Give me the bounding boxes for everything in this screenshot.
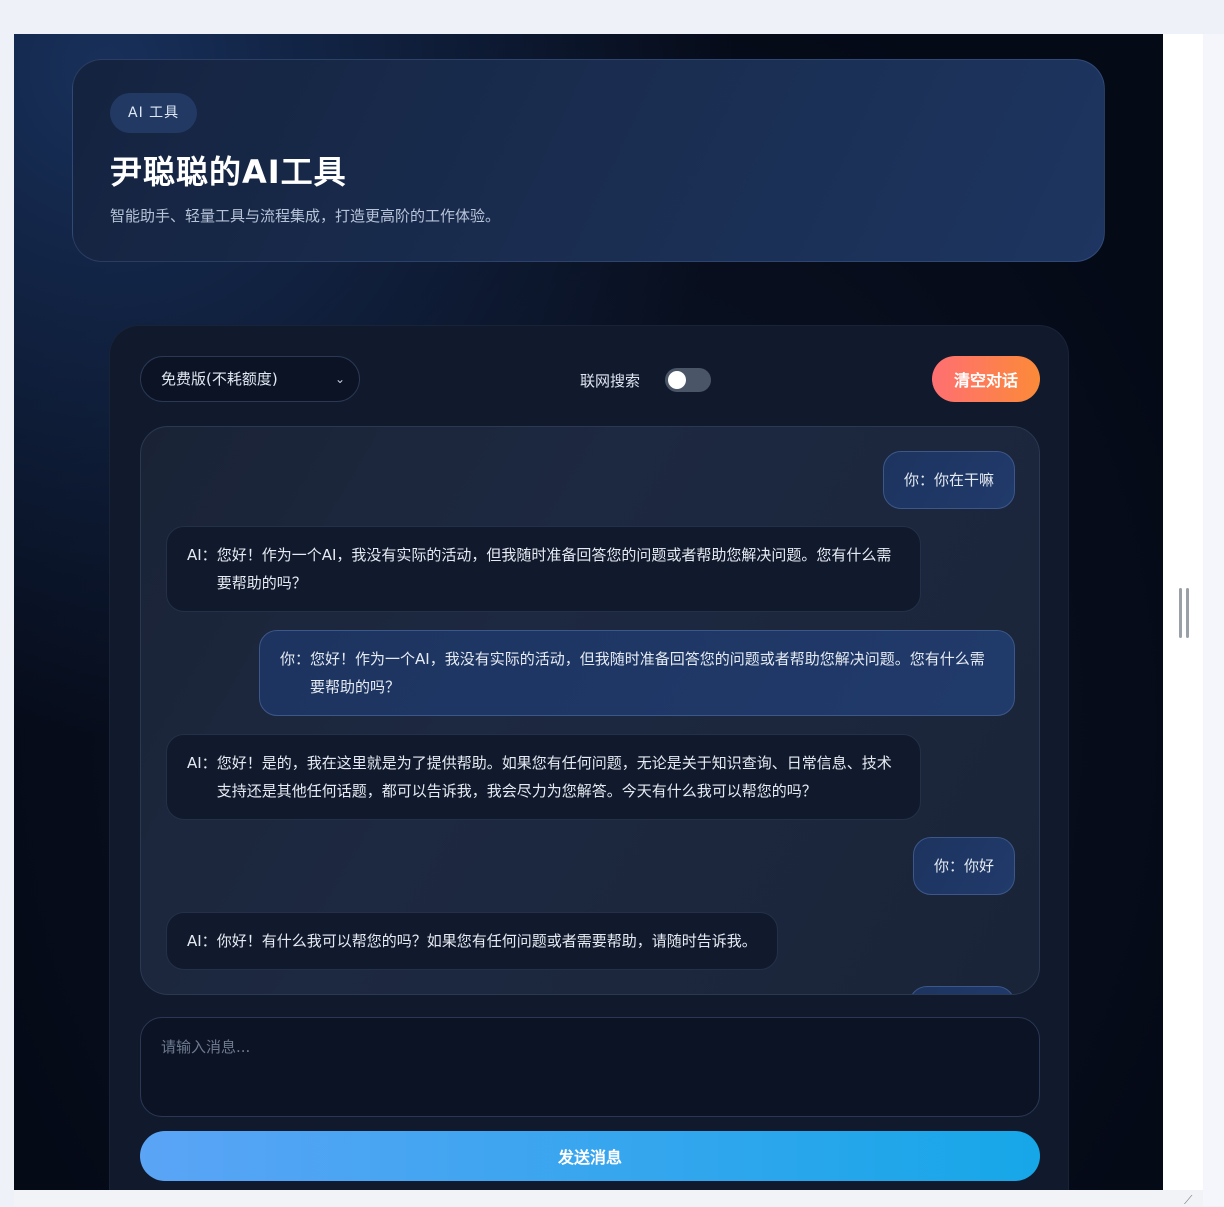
message-text: 你好 <box>963 857 994 875</box>
chat-panel: 免费版(不耗额度) ⌄ 联网搜索 清空对话 你： 你在干嘛 AI： 您好！作为一… <box>109 325 1069 1190</box>
user-message: 你： 您好！作为一个AI，我没有实际的活动，但我随时准备回答您的问题或者帮助您解… <box>259 630 1015 716</box>
message-speaker: AI： <box>187 546 217 564</box>
clear-chat-button[interactable]: 清空对话 <box>932 356 1040 402</box>
pane-splitter-handle[interactable] <box>1179 588 1191 638</box>
page-title: 尹聪聪的AI工具 <box>110 153 347 191</box>
toggle-knob <box>668 371 686 389</box>
hero-badge: AI 工具 <box>110 93 198 133</box>
message-speaker: 你： <box>903 471 934 489</box>
web-search-toggle[interactable] <box>665 368 711 392</box>
ai-message: AI： 你好！有什么我可以帮您的吗？如果您有任何问题或者需要帮助，请随时告诉我。 <box>166 912 778 970</box>
user-message: 你： 你好 <box>912 837 1015 895</box>
user-message: 你： 你在干嘛 <box>882 451 1015 509</box>
message-text: 您好！作为一个AI，我没有实际的活动，但我随时准备回答您的问题或者帮助您解决问题… <box>216 546 892 592</box>
model-select-value: 免费版(不耗额度) <box>161 370 278 388</box>
resize-grip-icon[interactable]: ⟋ <box>1184 1194 1198 1206</box>
message-speaker: 你： <box>280 650 311 668</box>
page-subtitle: 智能助手、轻量工具与流程集成，打造更高阶的工作体验。 <box>110 207 501 225</box>
right-strip <box>1203 34 1224 1206</box>
model-select[interactable]: 免费版(不耗额度) ⌄ <box>140 356 360 402</box>
message-speaker: AI： <box>187 754 217 772</box>
message-text: 您好！作为一个AI，我没有实际的活动，但我随时准备回答您的问题或者帮助您解决问题… <box>310 650 985 696</box>
message-text: 你在干嘛 <box>933 471 994 489</box>
app-viewport: AI 工具 尹聪聪的AI工具 智能助手、轻量工具与流程集成，打造更高阶的工作体验… <box>14 34 1163 1190</box>
message-text: 您好！是的，我在这里就是为了提供帮助。如果您有任何问题，无论是关于知识查询、日常… <box>216 754 892 800</box>
hero-card: AI 工具 尹聪聪的AI工具 智能助手、轻量工具与流程集成，打造更高阶的工作体验… <box>72 59 1105 262</box>
ai-message: AI： 您好！作为一个AI，我没有实际的活动，但我随时准备回答您的问题或者帮助您… <box>166 526 921 612</box>
message-input[interactable] <box>140 1017 1040 1117</box>
message-speaker: AI： <box>187 932 217 950</box>
message-list[interactable]: 你： 你在干嘛 AI： 您好！作为一个AI，我没有实际的活动，但我随时准备回答您… <box>140 426 1040 995</box>
chevron-down-icon: ⌄ <box>334 372 345 386</box>
ai-message: AI： 您好！是的，我在这里就是为了提供帮助。如果您有任何问题，无论是关于知识查… <box>166 734 921 820</box>
web-search-label: 联网搜索 <box>580 372 641 390</box>
message-speaker: 你： <box>933 857 964 875</box>
user-message-partial <box>909 986 1015 994</box>
bottom-strip <box>14 1190 1203 1206</box>
message-text: 你好！有什么我可以帮您的吗？如果您有任何问题或者需要帮助，请随时告诉我。 <box>216 932 757 950</box>
send-button[interactable]: 发送消息 <box>140 1131 1040 1181</box>
